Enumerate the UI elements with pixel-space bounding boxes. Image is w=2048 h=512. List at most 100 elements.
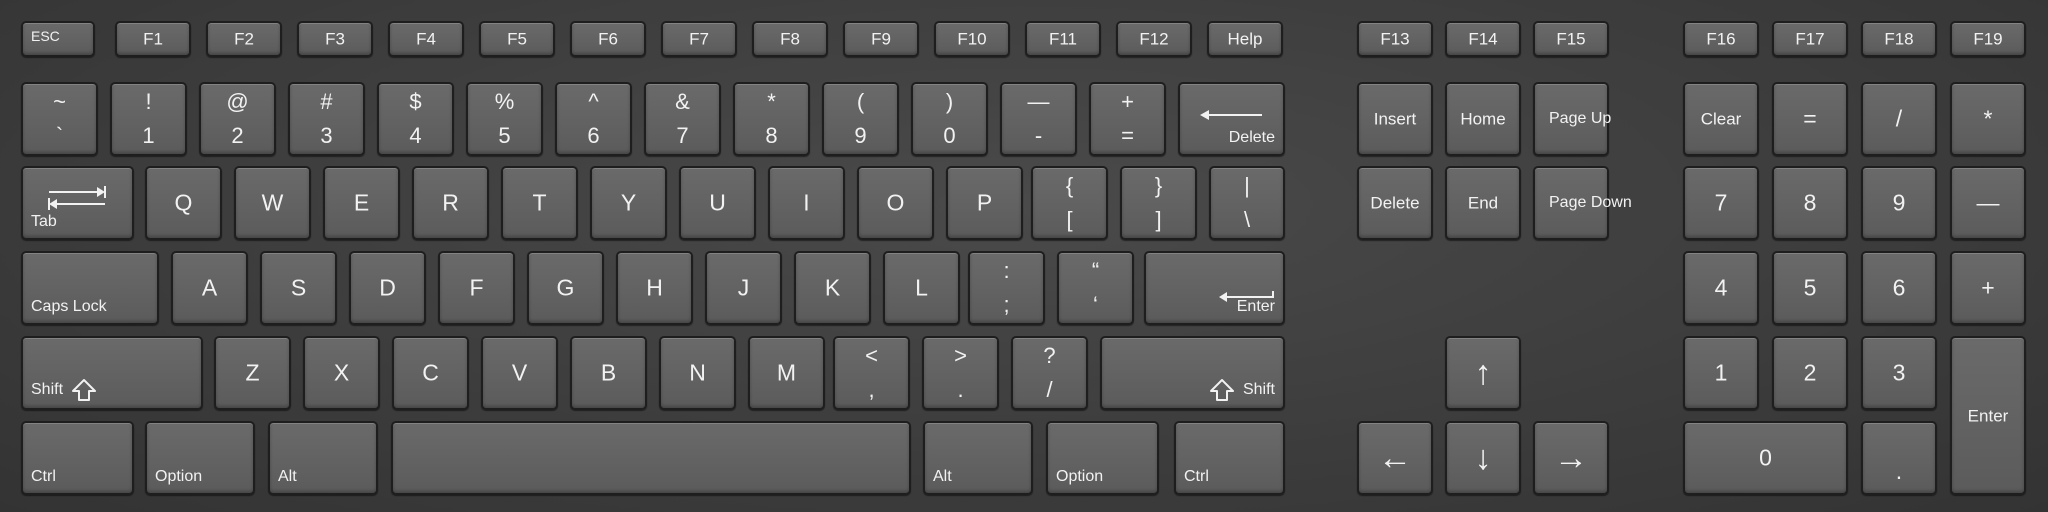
key-tab[interactable]: Tab (21, 166, 134, 240)
key-k[interactable]: K (794, 251, 871, 325)
key-insert[interactable]: Insert (1357, 82, 1433, 156)
key-e[interactable]: E (323, 166, 400, 240)
key-num-multiply[interactable]: * (1950, 82, 2026, 156)
key-equals[interactable]: + = (1089, 82, 1166, 156)
key-space[interactable] (391, 421, 911, 495)
key-ctrl-left[interactable]: Ctrl (21, 421, 134, 495)
key-f10[interactable]: F10 (934, 21, 1010, 57)
key-arrow-left[interactable]: ← (1357, 421, 1433, 495)
key-backslash[interactable]: | \ (1209, 166, 1285, 240)
key-o[interactable]: O (857, 166, 934, 240)
key-page-up[interactable]: Page Up (1533, 82, 1611, 156)
key-s[interactable]: S (260, 251, 337, 325)
key-f7[interactable]: F7 (661, 21, 737, 57)
key-num-7[interactable]: 7 (1683, 166, 1759, 240)
key-j[interactable]: J (705, 251, 782, 325)
key-period[interactable]: >. (922, 336, 999, 410)
key-num-enter[interactable]: Enter (1950, 336, 2026, 495)
key-right-bracket[interactable]: }] (1120, 166, 1197, 240)
key-ctrl-right[interactable]: Ctrl (1174, 421, 1285, 495)
key-num-divide[interactable]: / (1861, 82, 1937, 156)
key-quote[interactable]: “‘ (1057, 251, 1134, 325)
key-num-9[interactable]: 9 (1861, 166, 1937, 240)
key-comma[interactable]: <, (833, 336, 910, 410)
key-f18[interactable]: F18 (1861, 21, 1937, 57)
key-num-2[interactable]: 2 (1772, 336, 1848, 410)
key-num-decimal[interactable]: . (1861, 421, 1937, 495)
key-f8[interactable]: F8 (752, 21, 828, 57)
key-num-3[interactable]: 3 (1861, 336, 1937, 410)
key-num-6[interactable]: 6 (1861, 251, 1937, 325)
key-num-1[interactable]: 1 (1683, 336, 1759, 410)
key-g[interactable]: G (527, 251, 604, 325)
key-f16[interactable]: F16 (1683, 21, 1759, 57)
key-alt-right[interactable]: Alt (923, 421, 1033, 495)
key-c[interactable]: C (392, 336, 469, 410)
key-a[interactable]: A (171, 251, 248, 325)
key-r[interactable]: R (412, 166, 489, 240)
key-b[interactable]: B (570, 336, 647, 410)
key-num-clear[interactable]: Clear (1683, 82, 1759, 156)
key-q[interactable]: Q (145, 166, 222, 240)
key-n[interactable]: N (659, 336, 736, 410)
key-y[interactable]: Y (590, 166, 667, 240)
key-f9[interactable]: F9 (843, 21, 919, 57)
key-f3[interactable]: F3 (297, 21, 373, 57)
key-9[interactable]: (9 (822, 82, 899, 156)
key-tilde[interactable]: ~ ` (21, 82, 98, 156)
key-2[interactable]: @2 (199, 82, 276, 156)
key-slash[interactable]: ? / (1011, 336, 1088, 410)
key-shift-right[interactable]: Shift (1100, 336, 1285, 410)
key-z[interactable]: Z (214, 336, 291, 410)
key-f1[interactable]: F1 (115, 21, 191, 57)
key-arrow-down[interactable]: ↓ (1445, 421, 1521, 495)
key-f6[interactable]: F6 (570, 21, 646, 57)
key-d[interactable]: D (349, 251, 426, 325)
key-enter[interactable]: Enter (1144, 251, 1285, 325)
key-left-bracket[interactable]: {[ (1031, 166, 1108, 240)
key-num-8[interactable]: 8 (1772, 166, 1848, 240)
key-v[interactable]: V (481, 336, 558, 410)
key-option-left[interactable]: Option (145, 421, 255, 495)
key-f2[interactable]: F2 (206, 21, 282, 57)
key-4[interactable]: $4 (377, 82, 454, 156)
key-caps-lock[interactable]: Caps Lock (21, 251, 159, 325)
key-option-right[interactable]: Option (1046, 421, 1159, 495)
key-f[interactable]: F (438, 251, 515, 325)
key-num-minus[interactable]: — (1950, 166, 2026, 240)
key-f14[interactable]: F14 (1445, 21, 1521, 57)
key-num-equals[interactable]: = (1772, 82, 1848, 156)
key-f17[interactable]: F17 (1772, 21, 1848, 57)
key-m[interactable]: M (748, 336, 825, 410)
key-p[interactable]: P (946, 166, 1023, 240)
key-f12[interactable]: F12 (1116, 21, 1192, 57)
key-u[interactable]: U (679, 166, 756, 240)
key-home[interactable]: Home (1445, 82, 1521, 156)
key-l[interactable]: L (883, 251, 960, 325)
key-num-5[interactable]: 5 (1772, 251, 1848, 325)
key-f5[interactable]: F5 (479, 21, 555, 57)
key-6[interactable]: ^ 6 (555, 82, 632, 156)
key-x[interactable]: X (303, 336, 380, 410)
key-num-plus[interactable]: + (1950, 251, 2026, 325)
key-arrow-right[interactable]: → (1533, 421, 1609, 495)
key-backspace[interactable]: Delete (1178, 82, 1285, 156)
key-esc[interactable]: ESC (21, 21, 95, 57)
key-end[interactable]: End (1445, 166, 1521, 240)
key-i[interactable]: I (768, 166, 845, 240)
key-5[interactable]: % 5 (466, 82, 543, 156)
key-w[interactable]: W (234, 166, 311, 240)
key-minus[interactable]: — - (1000, 82, 1077, 156)
key-num-0[interactable]: 0 (1683, 421, 1848, 495)
key-t[interactable]: T (501, 166, 578, 240)
key-0[interactable]: ) 0 (911, 82, 988, 156)
key-7[interactable]: & 7 (644, 82, 721, 156)
key-f11[interactable]: F11 (1025, 21, 1101, 57)
key-8[interactable]: * 8 (733, 82, 810, 156)
key-shift-left[interactable]: Shift (21, 336, 203, 410)
key-page-down[interactable]: Page Down (1533, 166, 1632, 240)
key-num-4[interactable]: 4 (1683, 251, 1759, 325)
key-1[interactable]: ! 1 (110, 82, 187, 156)
key-f19[interactable]: F19 (1950, 21, 2026, 57)
key-delete-forward[interactable]: Delete (1357, 166, 1433, 240)
